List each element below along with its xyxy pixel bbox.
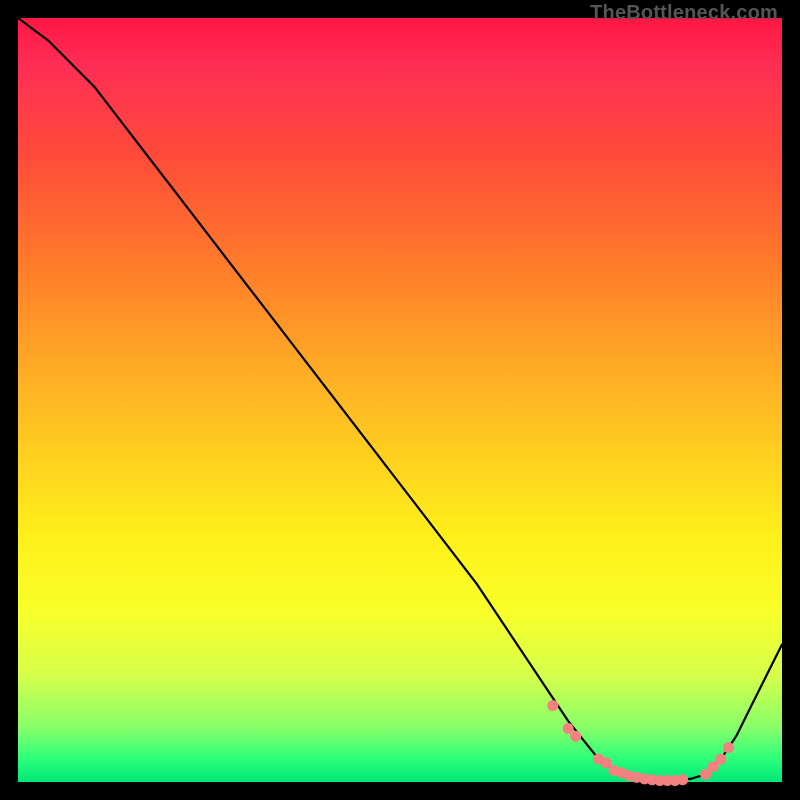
marker-point <box>701 769 711 779</box>
marker-point <box>548 701 558 711</box>
marker-point <box>716 754 726 764</box>
marker-point <box>724 743 734 753</box>
marker-point <box>571 731 581 741</box>
marker-point <box>601 758 611 768</box>
marker-point <box>563 724 573 734</box>
highlight-markers <box>548 701 734 786</box>
marker-point <box>678 775 688 785</box>
chart-svg <box>18 18 782 782</box>
bottleneck-curve <box>18 18 782 781</box>
marker-point <box>708 762 718 772</box>
